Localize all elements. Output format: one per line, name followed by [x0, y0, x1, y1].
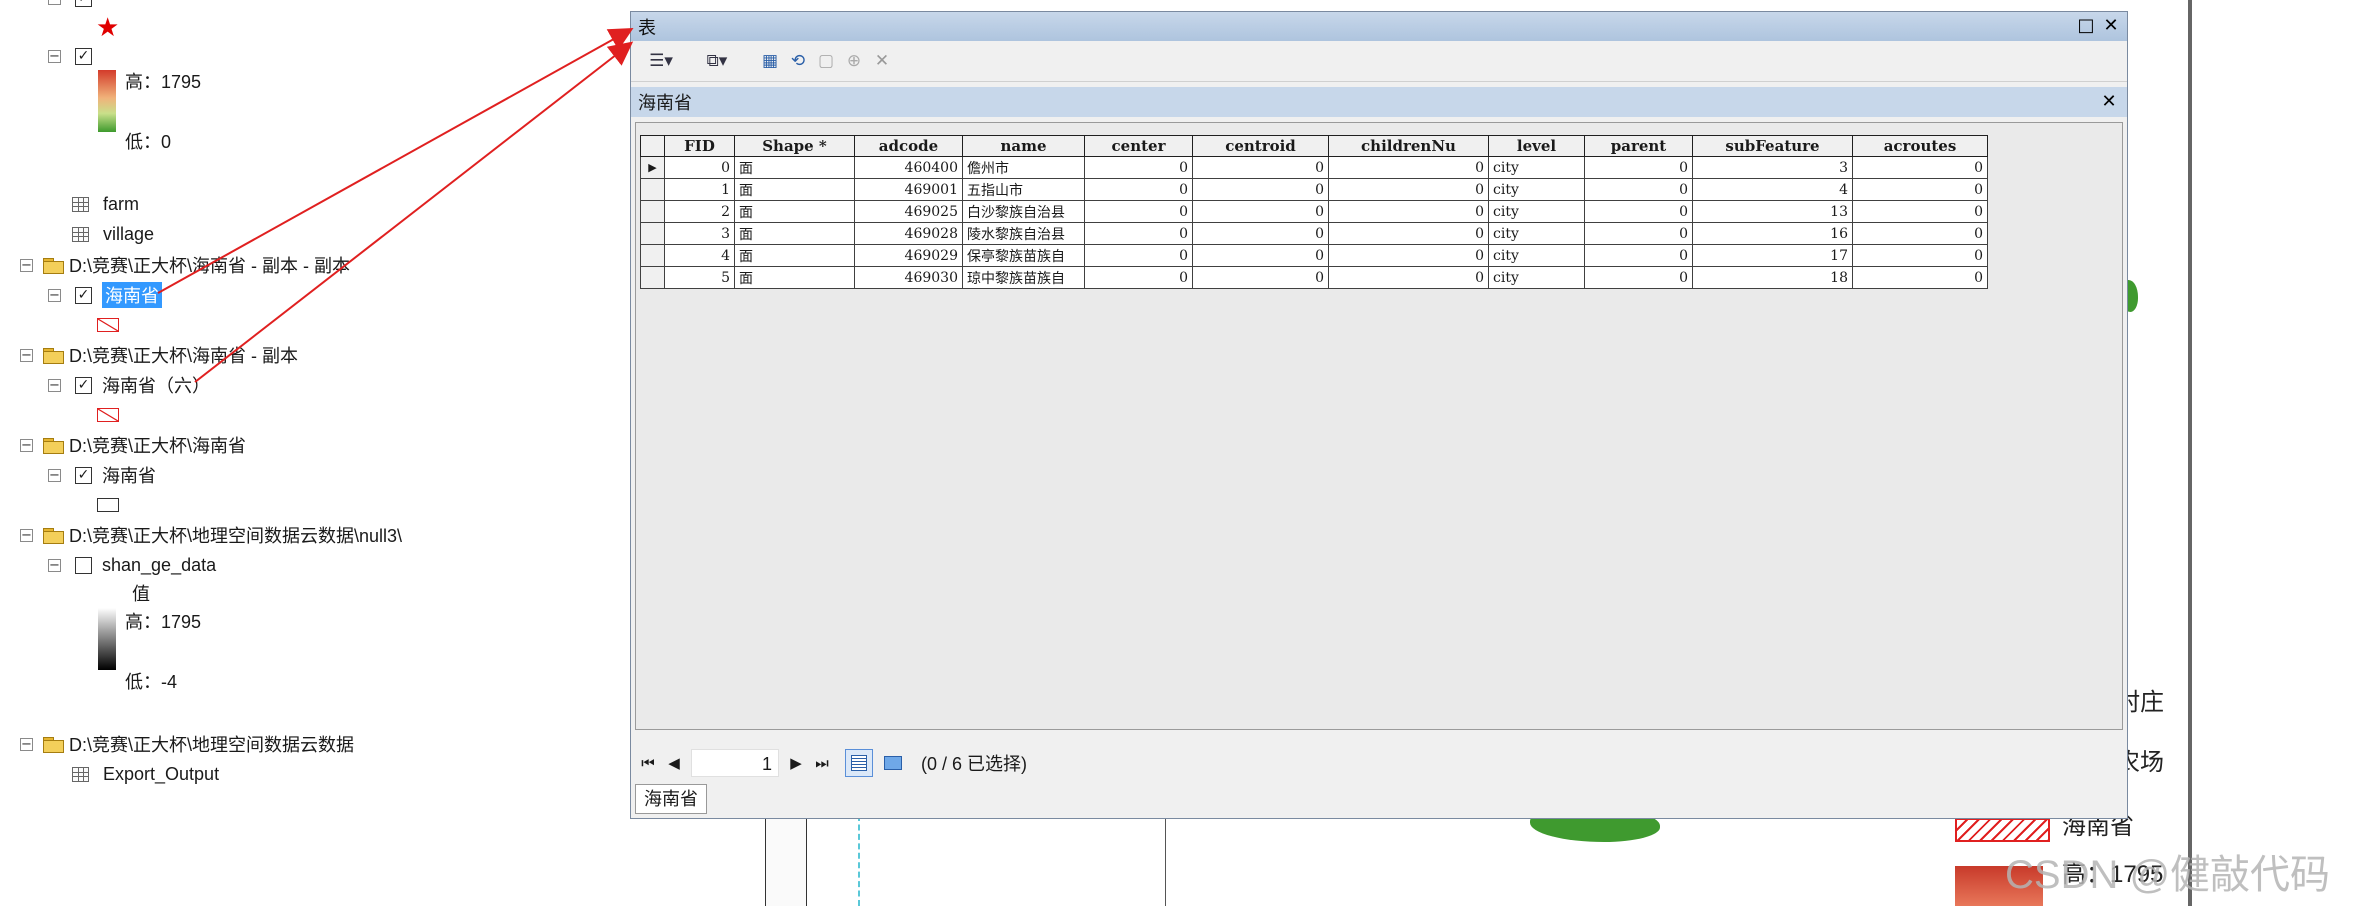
annotation-arrows: [157, 28, 634, 383]
watermark: CSDN @健敲代码: [2005, 853, 2331, 897]
arrow-to-window-title: [157, 28, 634, 294]
arrow-to-table: [194, 41, 634, 383]
